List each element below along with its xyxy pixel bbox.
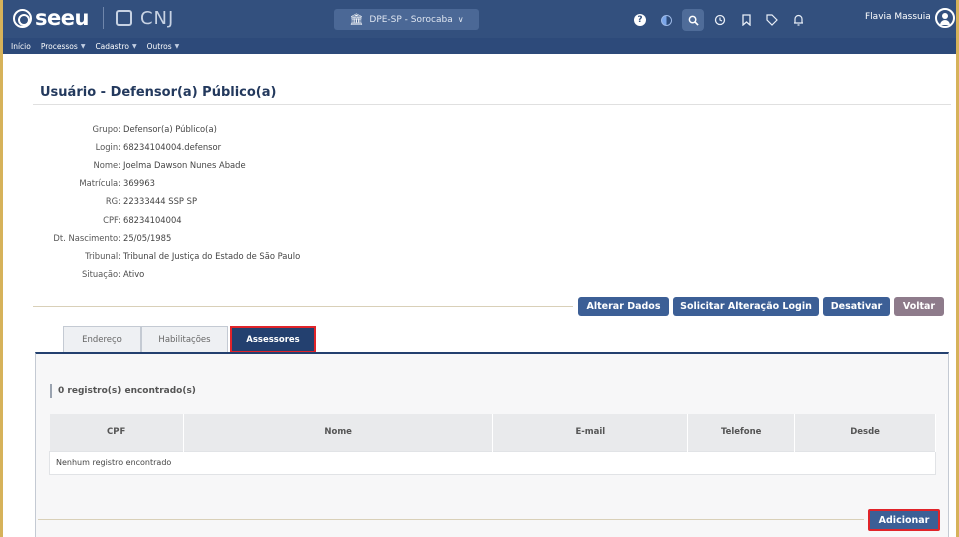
- chevron-down-icon: ∨: [457, 15, 464, 24]
- detail-label: RG:: [105, 196, 121, 207]
- top-icons: ?: [630, 9, 814, 31]
- assistants-table: CPF Nome E-mail Telefone Desde Nenhum re…: [49, 414, 936, 475]
- detail-label: Matrícula:: [79, 178, 121, 189]
- detail-value: 68234104004: [123, 214, 182, 225]
- help-icon[interactable]: ?: [630, 10, 650, 30]
- logo-area: seeu CNJ: [13, 6, 174, 30]
- user-avatar-icon[interactable]: [935, 8, 955, 28]
- seeu-logo[interactable]: seeu: [13, 6, 89, 30]
- detail-row-birthdate: Dt. Nascimento: 25/05/1985: [37, 229, 300, 247]
- detail-row-cpf: CPF: 68234104004: [37, 210, 300, 228]
- detail-value: Defensor(a) Público(a): [123, 124, 217, 135]
- cnj-logo: CNJ: [115, 7, 175, 29]
- menu-home-label: Início: [11, 41, 31, 51]
- empty-message: Nenhum registro encontrado: [49, 450, 936, 475]
- action-buttons: Alterar Dados Solicitar Alteração Login …: [578, 297, 948, 316]
- detail-row-registration: Matrícula: 369963: [37, 174, 300, 192]
- menu-others-label: Outros: [146, 41, 172, 51]
- logo-divider: [102, 7, 104, 29]
- detail-row-status: Situação: Ativo: [37, 265, 300, 283]
- column-header-cpf[interactable]: CPF: [49, 414, 184, 451]
- column-header-phone[interactable]: Telefone: [687, 414, 796, 451]
- tab-qualifications[interactable]: Habilitações: [141, 326, 228, 353]
- detail-row-name: Nome: Joelma Dawson Nunes Abade: [37, 156, 300, 174]
- detail-label: Login:: [95, 142, 121, 153]
- request-login-change-button[interactable]: Solicitar Alteração Login: [673, 297, 819, 316]
- seeu-logo-icon: [13, 8, 32, 28]
- user-name[interactable]: Flavia Massuia: [865, 12, 931, 22]
- unit-select-value: DPE-SP - Sorocaba: [369, 14, 453, 25]
- chevron-down-icon: ▼: [80, 42, 86, 50]
- add-button[interactable]: Adicionar: [868, 509, 940, 531]
- title-divider: [33, 104, 951, 105]
- edit-data-button[interactable]: Alterar Dados: [578, 297, 669, 316]
- menu-register-label: Cadastro: [95, 41, 129, 51]
- menu-item-register[interactable]: Cadastro ▼: [95, 42, 136, 51]
- menu-item-others[interactable]: Outros ▼: [147, 42, 180, 51]
- tabs: Endereço Habilitações Assessores: [63, 326, 316, 353]
- record-count: 0 registro(s) encontrado(s): [50, 384, 196, 398]
- detail-label: Dt. Nascimento:: [53, 232, 121, 243]
- menu-bar: Início Processos ▼ Cadastro ▼ Outros ▼: [3, 38, 956, 54]
- theme-toggle-icon[interactable]: [656, 10, 676, 30]
- back-button[interactable]: Voltar: [894, 297, 944, 316]
- chevron-down-icon: ▼: [174, 42, 180, 50]
- menu-processes-label: Processos: [40, 41, 78, 51]
- section-divider: [33, 306, 573, 307]
- detail-label: Nome:: [93, 160, 121, 171]
- bell-icon[interactable]: [788, 10, 808, 30]
- column-header-email[interactable]: E-mail: [492, 414, 689, 451]
- cnj-logo-text: CNJ: [139, 7, 175, 29]
- detail-value: 369963: [123, 178, 155, 189]
- menu-item-processes[interactable]: Processos ▼: [41, 42, 86, 51]
- detail-row-login: Login: 68234104004.defensor: [37, 138, 300, 156]
- detail-value: Joelma Dawson Nunes Abade: [123, 160, 246, 171]
- detail-value: 25/05/1985: [123, 232, 172, 243]
- menu-item-home[interactable]: Início: [11, 42, 31, 51]
- institution-icon: 🏛: [349, 13, 364, 26]
- top-bar: seeu CNJ 🏛 DPE-SP - Sorocaba ∨ ? Flavia …: [3, 0, 956, 38]
- tag-icon[interactable]: [762, 10, 782, 30]
- cnj-icon: [115, 10, 132, 26]
- column-header-name[interactable]: Nome: [183, 414, 494, 451]
- user-details: Grupo: Defensor(a) Público(a) Login: 68234…: [37, 120, 300, 283]
- history-icon[interactable]: [710, 10, 730, 30]
- bookmark-icon[interactable]: [736, 10, 756, 30]
- detail-value: 68234104004.defensor: [123, 142, 222, 153]
- detail-value: Tribunal de Justiça do Estado de São Pau…: [123, 250, 301, 261]
- page-title: Usuário - Defensor(a) Público(a): [40, 85, 277, 100]
- table-row: Nenhum registro encontrado: [49, 450, 936, 475]
- detail-row-court: Tribunal: Tribunal de Justiça do Estado d…: [37, 247, 300, 265]
- detail-label: CPF:: [103, 214, 121, 225]
- column-header-since[interactable]: Desde: [794, 414, 936, 451]
- detail-row-rg: RG: 22333444 SSP SP: [37, 192, 300, 210]
- search-icon[interactable]: [682, 9, 704, 31]
- detail-value: 22333444 SSP SP: [123, 196, 198, 207]
- detail-label: Situação:: [81, 268, 121, 279]
- chevron-down-icon: ▼: [131, 42, 137, 50]
- detail-value: Ativo: [123, 268, 145, 279]
- unit-select[interactable]: 🏛 DPE-SP - Sorocaba ∨: [334, 9, 479, 30]
- detail-label: Grupo:: [92, 124, 121, 135]
- deactivate-button[interactable]: Desativar: [823, 297, 890, 316]
- detail-label: Tribunal:: [85, 250, 121, 261]
- seeu-logo-text: seeu: [35, 6, 89, 30]
- tab-assistants[interactable]: Assessores: [230, 326, 316, 353]
- table-header-row: CPF Nome E-mail Telefone Desde: [49, 414, 936, 451]
- detail-row-group: Grupo: Defensor(a) Público(a): [37, 120, 300, 138]
- panel-divider: [38, 519, 864, 520]
- assistants-panel: 0 registro(s) encontrado(s) CPF Nome E-m…: [35, 352, 949, 537]
- tab-address[interactable]: Endereço: [63, 326, 141, 353]
